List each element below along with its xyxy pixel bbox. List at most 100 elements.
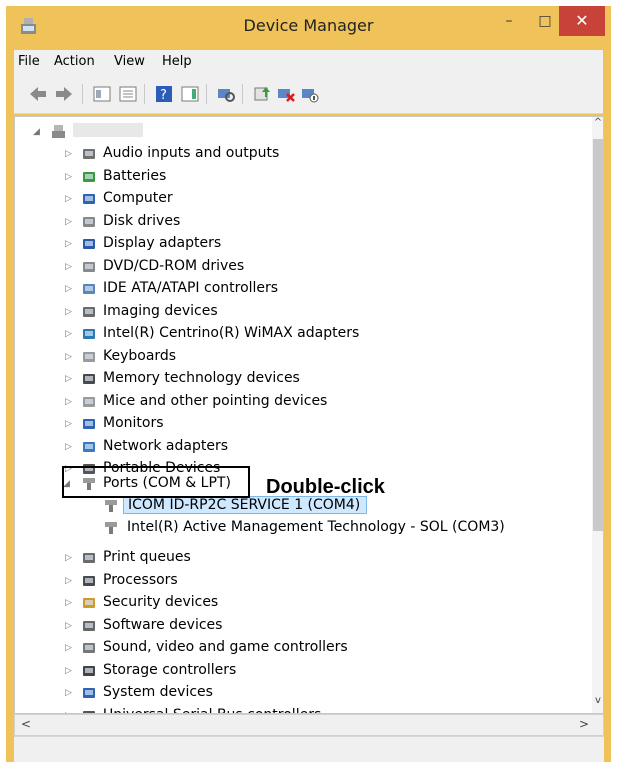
menu-file[interactable]: File bbox=[18, 54, 40, 69]
tree-item-keyboards[interactable]: ▷ Keyboards bbox=[15, 346, 575, 368]
tree-item-print-queues[interactable]: ▷ Print queues bbox=[15, 547, 575, 569]
dvd-drive-icon bbox=[83, 261, 95, 272]
expand-icon[interactable]: ▷ bbox=[65, 419, 73, 429]
tree-item-software-devices[interactable]: ▷ Software devices bbox=[15, 615, 575, 637]
help-icon[interactable]: ? bbox=[154, 84, 174, 104]
menu-help[interactable]: Help bbox=[162, 54, 192, 69]
computer-icon bbox=[83, 194, 95, 204]
tree-item-port-com3[interactable]: Intel(R) Active Management Technology - … bbox=[15, 517, 575, 539]
computer-name-redacted bbox=[73, 123, 143, 137]
expand-icon[interactable]: ▷ bbox=[65, 329, 73, 339]
disk-drive-icon bbox=[83, 216, 95, 227]
expand-icon[interactable]: ▷ bbox=[65, 217, 73, 227]
tree-item-security-devices[interactable]: ▷ Security devices bbox=[15, 592, 575, 614]
expand-icon[interactable]: ▷ bbox=[65, 307, 73, 317]
expand-icon[interactable]: ▷ bbox=[65, 621, 73, 631]
expand-icon[interactable]: ▷ bbox=[65, 397, 73, 407]
scroll-left-arrow[interactable]: < bbox=[21, 717, 31, 731]
monitor-icon bbox=[83, 419, 95, 429]
expand-icon[interactable]: ▷ bbox=[65, 239, 73, 249]
battery-icon bbox=[83, 171, 95, 182]
processor-icon bbox=[83, 575, 95, 586]
tree-item-dvd-cd-rom-drives[interactable]: ▷ DVD/CD-ROM drives bbox=[15, 256, 575, 278]
tree-item-storage-controllers[interactable]: ▷ Storage controllers bbox=[15, 660, 575, 682]
menu-action[interactable]: Action bbox=[54, 54, 95, 69]
device-tree[interactable]: ◢ ▷ Audio inputs and outputs ▷ Batteries ▷ Co… bbox=[14, 116, 604, 714]
expand-icon[interactable]: ▷ bbox=[65, 172, 73, 182]
computer-root-icon bbox=[52, 125, 65, 138]
storage-icon bbox=[83, 665, 95, 676]
tree-item-computer[interactable]: ▷ Computer bbox=[15, 188, 575, 210]
ide-controller-icon bbox=[83, 284, 95, 294]
tree-item-processors[interactable]: ▷ Processors bbox=[15, 570, 575, 592]
sound-icon bbox=[83, 643, 95, 653]
tree-item-intel-r-centrino-r-wimax-adapters[interactable]: ▷ Intel(R) Centrino(R) WiMAX adapters bbox=[15, 323, 575, 345]
tree-item-display-adapters[interactable]: ▷ Display adapters bbox=[15, 233, 575, 255]
expand-icon[interactable]: ▷ bbox=[65, 553, 73, 563]
menu-view[interactable]: View bbox=[114, 54, 145, 69]
tree-item-label: Disk drives bbox=[103, 212, 181, 229]
scroll-up-arrow[interactable]: ^ bbox=[592, 117, 603, 131]
expand-icon[interactable]: ▷ bbox=[65, 374, 73, 384]
minimize-button[interactable]: – bbox=[494, 6, 524, 36]
tree-item-network-adapters[interactable]: ▷ Network adapters bbox=[15, 436, 575, 458]
tree-item-label: Computer bbox=[103, 190, 173, 206]
tree-item-label: Intel(R) Active Management Technology - … bbox=[127, 519, 505, 535]
tree-item-audio-inputs-and-outputs[interactable]: ▷ Audio inputs and outputs bbox=[15, 143, 575, 165]
tree-root[interactable]: ◢ bbox=[15, 121, 575, 143]
expand-icon[interactable]: ▷ bbox=[65, 194, 73, 204]
toolbar-separator bbox=[82, 84, 83, 104]
console-tree-icon[interactable] bbox=[118, 84, 138, 104]
tree-item-disk-drives[interactable]: ▷ Disk drives bbox=[15, 211, 575, 233]
tree-item-label: Keyboards bbox=[103, 347, 177, 364]
horizontal-scrollbar[interactable]: < > bbox=[14, 714, 604, 736]
tree-item-label: DVD/CD-ROM drives bbox=[103, 257, 245, 274]
tree-item-mice-and-other-pointing-devices[interactable]: ▷ Mice and other pointing devices bbox=[15, 391, 575, 413]
back-icon[interactable] bbox=[28, 84, 48, 104]
wimax-icon bbox=[83, 329, 95, 339]
expand-icon[interactable]: ▷ bbox=[65, 442, 73, 452]
close-button[interactable]: ✕ bbox=[559, 6, 605, 36]
scroll-down-arrow[interactable]: v bbox=[592, 695, 603, 709]
update-driver-icon[interactable] bbox=[252, 84, 272, 104]
vertical-scroll-thumb[interactable] bbox=[593, 139, 603, 531]
maximize-button[interactable]: □ bbox=[530, 6, 560, 36]
tree-item-ide-ata-atapi-controllers[interactable]: ▷ IDE ATA/ATAPI controllers bbox=[15, 278, 575, 300]
expand-icon[interactable]: ▷ bbox=[65, 688, 73, 698]
title-bar[interactable]: Device Manager – □ ✕ bbox=[6, 6, 611, 46]
vertical-scrollbar[interactable]: ^ v bbox=[592, 117, 603, 713]
highlight-box bbox=[62, 466, 250, 498]
tree-item-batteries[interactable]: ▷ Batteries bbox=[15, 166, 575, 188]
tree-item-monitors[interactable]: ▷ Monitors bbox=[15, 413, 575, 435]
double-click-annotation: Double-click bbox=[266, 476, 385, 498]
action-pane-icon[interactable] bbox=[180, 84, 200, 104]
scroll-right-arrow[interactable]: > bbox=[579, 717, 589, 731]
expand-icon[interactable]: ▷ bbox=[65, 666, 73, 676]
tree-item-sound-video-and-game-controllers[interactable]: ▷ Sound, video and game controllers bbox=[15, 637, 575, 659]
tree-item-label: Batteries bbox=[103, 167, 167, 184]
tree-item-label: Universal Serial Bus controllers bbox=[103, 707, 321, 714]
toolbar-separator bbox=[144, 84, 145, 104]
collapse-icon[interactable]: ◢ bbox=[33, 127, 41, 137]
toolbar: ? bbox=[14, 74, 603, 114]
tree-item-label: Audio inputs and outputs bbox=[103, 145, 280, 161]
expand-icon[interactable]: ▷ bbox=[65, 352, 73, 362]
expand-icon[interactable]: ▷ bbox=[65, 284, 73, 294]
uninstall-device-icon[interactable] bbox=[276, 84, 296, 104]
tree-item-label: Network adapters bbox=[103, 437, 228, 454]
tree-item-universal-serial-bus-controllers[interactable]: ▷Universal Serial Bus controllers bbox=[15, 705, 575, 714]
expand-icon[interactable]: ▷ bbox=[65, 149, 73, 159]
disable-device-icon[interactable] bbox=[300, 84, 320, 104]
tree-item-imaging-devices[interactable]: ▷ Imaging devices bbox=[15, 301, 575, 323]
expand-icon[interactable]: ▷ bbox=[65, 262, 73, 272]
expand-icon[interactable]: ▷ bbox=[65, 598, 73, 608]
tree-item-label: System devices bbox=[103, 684, 213, 700]
expand-icon[interactable]: ▷ bbox=[65, 576, 73, 586]
expand-icon[interactable]: ▷ bbox=[65, 643, 73, 653]
properties-icon[interactable] bbox=[92, 84, 112, 104]
tree-item-system-devices[interactable]: ▷ System devices bbox=[15, 682, 575, 704]
tree-item-label: Mice and other pointing devices bbox=[103, 392, 328, 409]
tree-item-memory-technology-devices[interactable]: ▷ Memory technology devices bbox=[15, 368, 575, 390]
scan-hardware-icon[interactable] bbox=[216, 84, 236, 104]
forward-icon[interactable] bbox=[54, 84, 74, 104]
